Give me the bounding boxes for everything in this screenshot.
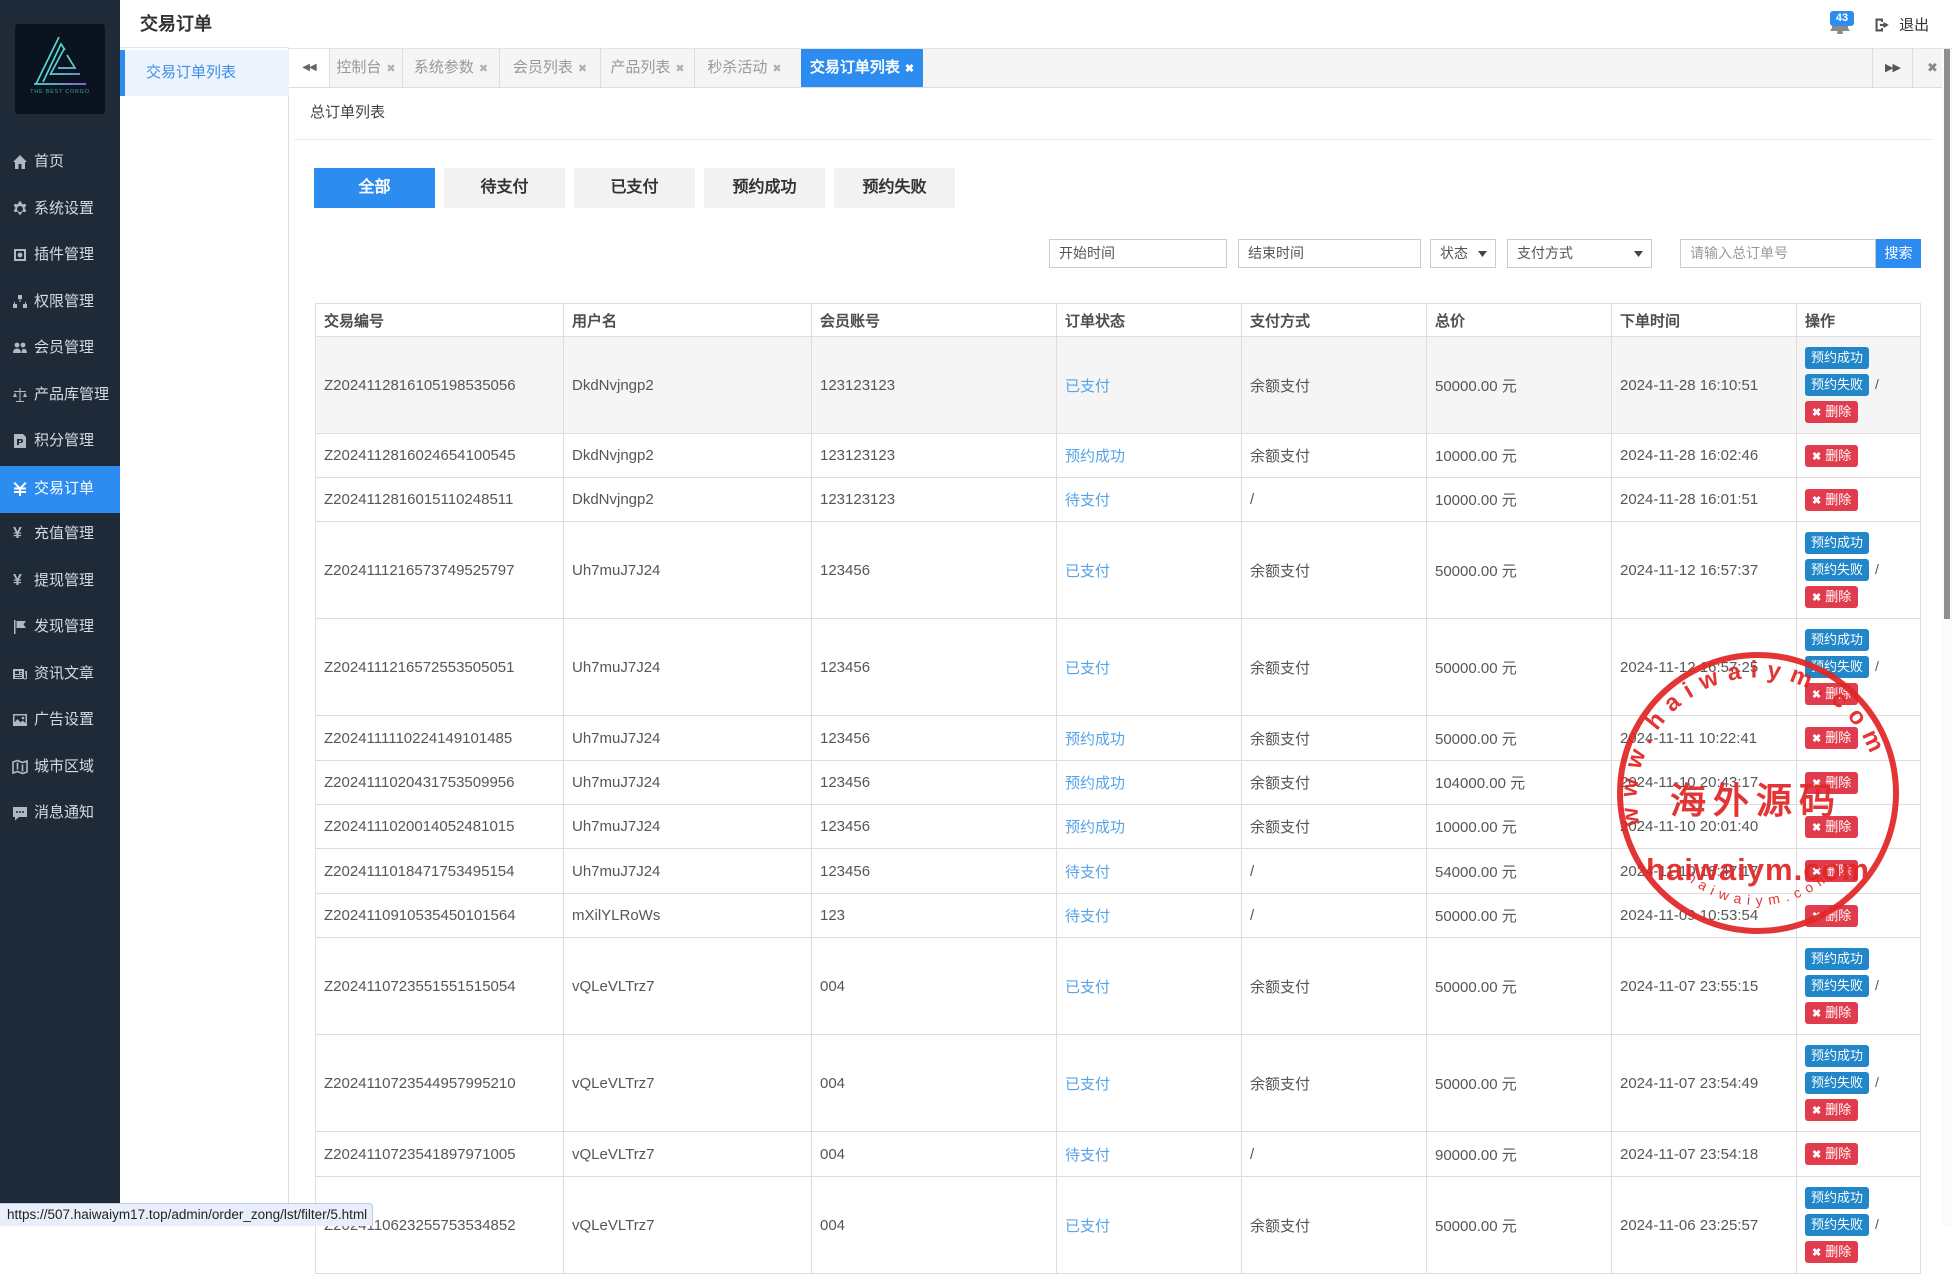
svg-text:THE BEST CORGO: THE BEST CORGO xyxy=(30,89,90,95)
svg-text:海外源码: 海外源码 xyxy=(1670,780,1842,821)
svg-text:haiwaiym.com: haiwaiym.com xyxy=(1646,852,1870,887)
